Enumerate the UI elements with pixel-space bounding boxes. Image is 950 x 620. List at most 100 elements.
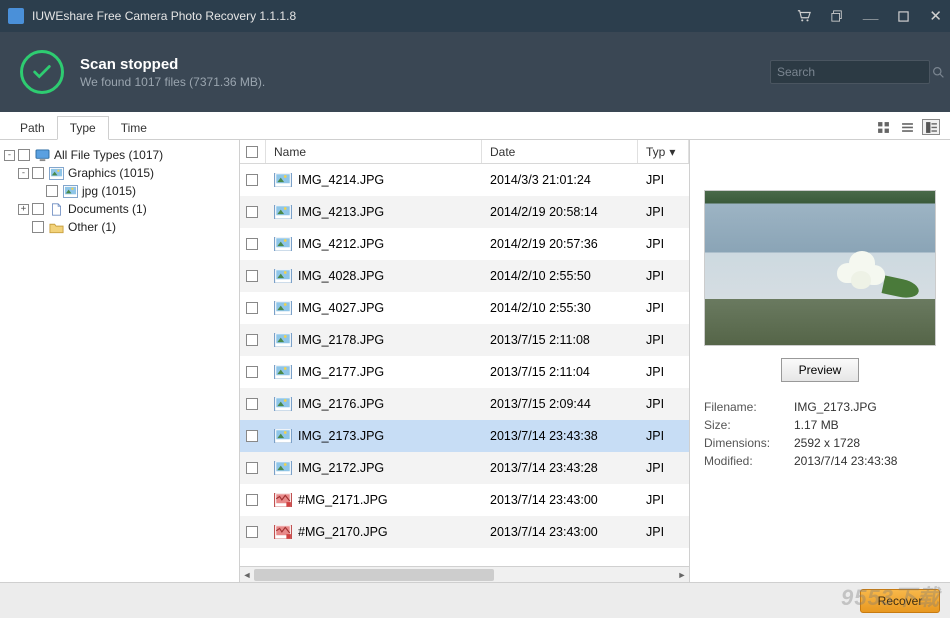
tab-row: Path Type Time (0, 112, 950, 140)
tree-item[interactable]: - Graphics (1015) (4, 164, 235, 182)
restore-down-icon[interactable] (831, 10, 843, 22)
view-list-icon[interactable] (898, 119, 916, 135)
preview-metadata: Filename: IMG_2173.JPG Size: 1.17 MB Dim… (704, 400, 936, 468)
status-bar: Scan stopped We found 1017 files (7371.3… (0, 32, 950, 112)
table-row[interactable]: IMG_2176.JPG2013/7/15 2:09:44JPI (240, 388, 689, 420)
tree-checkbox[interactable] (32, 221, 44, 233)
image-icon (274, 269, 292, 283)
column-date[interactable]: Date (482, 140, 638, 163)
tree-label: All File Types (1017) (54, 148, 163, 162)
row-date: 2014/3/3 21:01:24 (482, 173, 638, 187)
image-icon (274, 237, 292, 251)
table-row[interactable]: IMG_4028.JPG2014/2/10 2:55:50JPI (240, 260, 689, 292)
row-date: 2013/7/15 2:11:04 (482, 365, 638, 379)
view-grid-icon[interactable] (874, 119, 892, 135)
tab-path[interactable]: Path (8, 117, 57, 139)
tab-type[interactable]: Type (57, 116, 109, 140)
table-row[interactable]: IMG_4214.JPG2014/3/3 21:01:24JPI (240, 164, 689, 196)
scroll-thumb[interactable] (254, 569, 494, 581)
list-pane: Name Date Typ▾ IMG_4214.JPG2014/3/3 21:0… (240, 140, 690, 582)
row-date: 2013/7/14 23:43:28 (482, 461, 638, 475)
row-date: 2014/2/10 2:55:30 (482, 301, 638, 315)
preview-pane: Preview Filename: IMG_2173.JPG Size: 1.1… (690, 140, 950, 582)
row-date: 2013/7/14 23:43:00 (482, 493, 638, 507)
search-input[interactable] (777, 65, 932, 79)
maximize-icon[interactable] (898, 11, 909, 22)
row-date: 2013/7/14 23:43:38 (482, 429, 638, 443)
tree-item[interactable]: +Documents (1) (4, 200, 235, 218)
table-row[interactable]: IMG_2178.JPG2013/7/15 2:11:08JPI (240, 324, 689, 356)
row-filename: IMG_2173.JPG (298, 429, 384, 443)
tree-label: jpg (1015) (82, 184, 136, 198)
row-type: JPI (638, 333, 689, 347)
tree-label: Graphics (1015) (68, 166, 154, 180)
tree-toggle-icon[interactable]: + (18, 204, 29, 215)
broken-image-icon (274, 525, 292, 539)
table-row[interactable]: #MG_2170.JPG2013/7/14 23:43:00JPI (240, 516, 689, 548)
list-body[interactable]: IMG_4214.JPG2014/3/3 21:01:24JPIIMG_4213… (240, 164, 689, 566)
tree-toggle-icon[interactable]: - (4, 150, 15, 161)
status-heading: Scan stopped (80, 56, 265, 73)
table-row[interactable]: IMG_2177.JPG2013/7/15 2:11:04JPI (240, 356, 689, 388)
horizontal-scrollbar[interactable]: ◄ ► (240, 566, 689, 582)
search-icon[interactable] (932, 66, 945, 79)
tree-pane[interactable]: - All File Types (1017) - Graphics (1015) jp… (0, 140, 240, 582)
row-filename: IMG_4027.JPG (298, 301, 384, 315)
column-type[interactable]: Typ▾ (638, 140, 689, 163)
preview-button[interactable]: Preview (781, 358, 859, 382)
scroll-right-icon[interactable]: ► (675, 567, 689, 583)
row-checkbox[interactable] (246, 526, 258, 538)
tree-checkbox[interactable] (32, 167, 44, 179)
row-checkbox[interactable] (246, 366, 258, 378)
meta-value-filename: IMG_2173.JPG (794, 400, 936, 414)
tree-checkbox[interactable] (46, 185, 58, 197)
view-detail-icon[interactable] (922, 119, 940, 135)
cart-icon[interactable] (797, 9, 811, 23)
select-all-checkbox[interactable] (246, 146, 258, 158)
row-checkbox[interactable] (246, 270, 258, 282)
meta-value-dimensions: 2592 x 1728 (794, 436, 936, 450)
status-check-icon (20, 50, 64, 94)
table-row[interactable]: IMG_4027.JPG2014/2/10 2:55:30JPI (240, 292, 689, 324)
row-filename: #MG_2170.JPG (298, 525, 388, 539)
watermark: 9553下载 (841, 580, 940, 612)
column-name[interactable]: Name (266, 140, 482, 163)
meta-value-size: 1.17 MB (794, 418, 936, 432)
table-row[interactable]: IMG_2173.JPG2013/7/14 23:43:38JPI (240, 420, 689, 452)
app-icon (8, 8, 24, 24)
row-checkbox[interactable] (246, 302, 258, 314)
table-row[interactable]: IMG_4213.JPG2014/2/19 20:58:14JPI (240, 196, 689, 228)
search-box[interactable] (770, 60, 930, 84)
row-checkbox[interactable] (246, 238, 258, 250)
preview-image (704, 190, 936, 346)
list-header: Name Date Typ▾ (240, 140, 689, 164)
tree-checkbox[interactable] (18, 149, 30, 161)
close-icon[interactable]: ✕ (929, 7, 942, 25)
tree-toggle-icon[interactable]: - (18, 168, 29, 179)
table-row[interactable]: #MG_2171.JPG2013/7/14 23:43:00JPI (240, 484, 689, 516)
row-type: JPI (638, 205, 689, 219)
row-checkbox[interactable] (246, 174, 258, 186)
tab-time[interactable]: Time (109, 117, 159, 139)
row-checkbox[interactable] (246, 206, 258, 218)
row-checkbox[interactable] (246, 430, 258, 442)
tree-checkbox[interactable] (32, 203, 44, 215)
tree-item[interactable]: jpg (1015) (4, 182, 235, 200)
scroll-left-icon[interactable]: ◄ (240, 567, 254, 583)
row-filename: IMG_2178.JPG (298, 333, 384, 347)
minimize-icon[interactable]: __ (863, 5, 879, 21)
row-date: 2014/2/19 20:58:14 (482, 205, 638, 219)
table-row[interactable]: IMG_4212.JPG2014/2/19 20:57:36JPI (240, 228, 689, 260)
row-checkbox[interactable] (246, 462, 258, 474)
row-filename: IMG_2172.JPG (298, 461, 384, 475)
table-row[interactable]: IMG_2172.JPG2013/7/14 23:43:28JPI (240, 452, 689, 484)
row-checkbox[interactable] (246, 398, 258, 410)
tree-item[interactable]: Other (1) (4, 218, 235, 236)
tree-item[interactable]: - All File Types (1017) (4, 146, 235, 164)
row-checkbox[interactable] (246, 494, 258, 506)
row-date: 2014/2/10 2:55:50 (482, 269, 638, 283)
row-date: 2013/7/15 2:09:44 (482, 397, 638, 411)
row-filename: IMG_2176.JPG (298, 397, 384, 411)
row-checkbox[interactable] (246, 334, 258, 346)
image-icon (274, 301, 292, 315)
